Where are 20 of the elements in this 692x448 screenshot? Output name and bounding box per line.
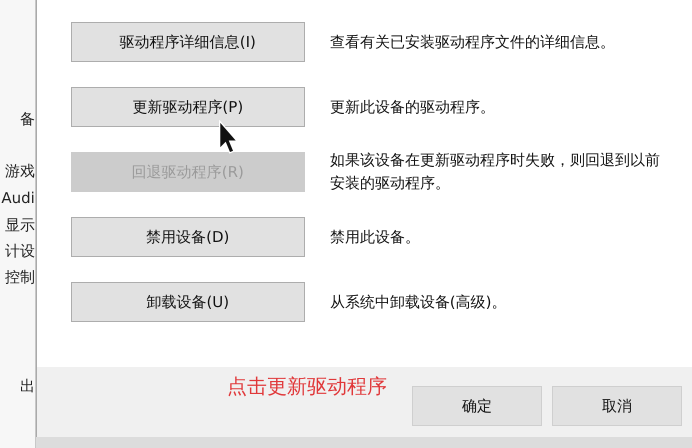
action-description: 从系统中卸载设备(高级)。 — [330, 292, 508, 312]
action-button[interactable]: 更新驱动程序(P) — [70, 87, 305, 127]
background-text: 计设 — [4, 242, 35, 261]
action-button[interactable]: 驱动程序详细信息(I) — [70, 22, 305, 62]
action-description: 如果该设备在更新驱动程序时失败，则回退到以前安装的驱动程序。 — [330, 150, 660, 194]
action-description: 更新此设备的驱动程序。 — [330, 96, 496, 118]
background-text: 控制 — [4, 268, 35, 287]
background-text: 出 — [20, 377, 35, 396]
action-button[interactable]: 禁用设备(D) — [70, 217, 305, 257]
caption-text: 点击更新驱动程序 — [226, 373, 387, 400]
background-text: 游戏 — [4, 162, 35, 181]
action-description: 禁用此设备。 — [330, 226, 421, 248]
background-text: Audi — [1, 189, 35, 207]
dialog-button[interactable]: 取消 — [552, 386, 682, 426]
background-text: 显示 — [4, 216, 35, 235]
background-text: 备 — [20, 110, 35, 129]
dialog-button[interactable]: 确定 — [412, 386, 542, 426]
mouse-pointer-icon — [218, 120, 238, 154]
action-button[interactable]: 卸载设备(U) — [70, 282, 305, 322]
action-description: 查看有关已安装驱动程序文件的详细信息。 — [330, 32, 616, 52]
